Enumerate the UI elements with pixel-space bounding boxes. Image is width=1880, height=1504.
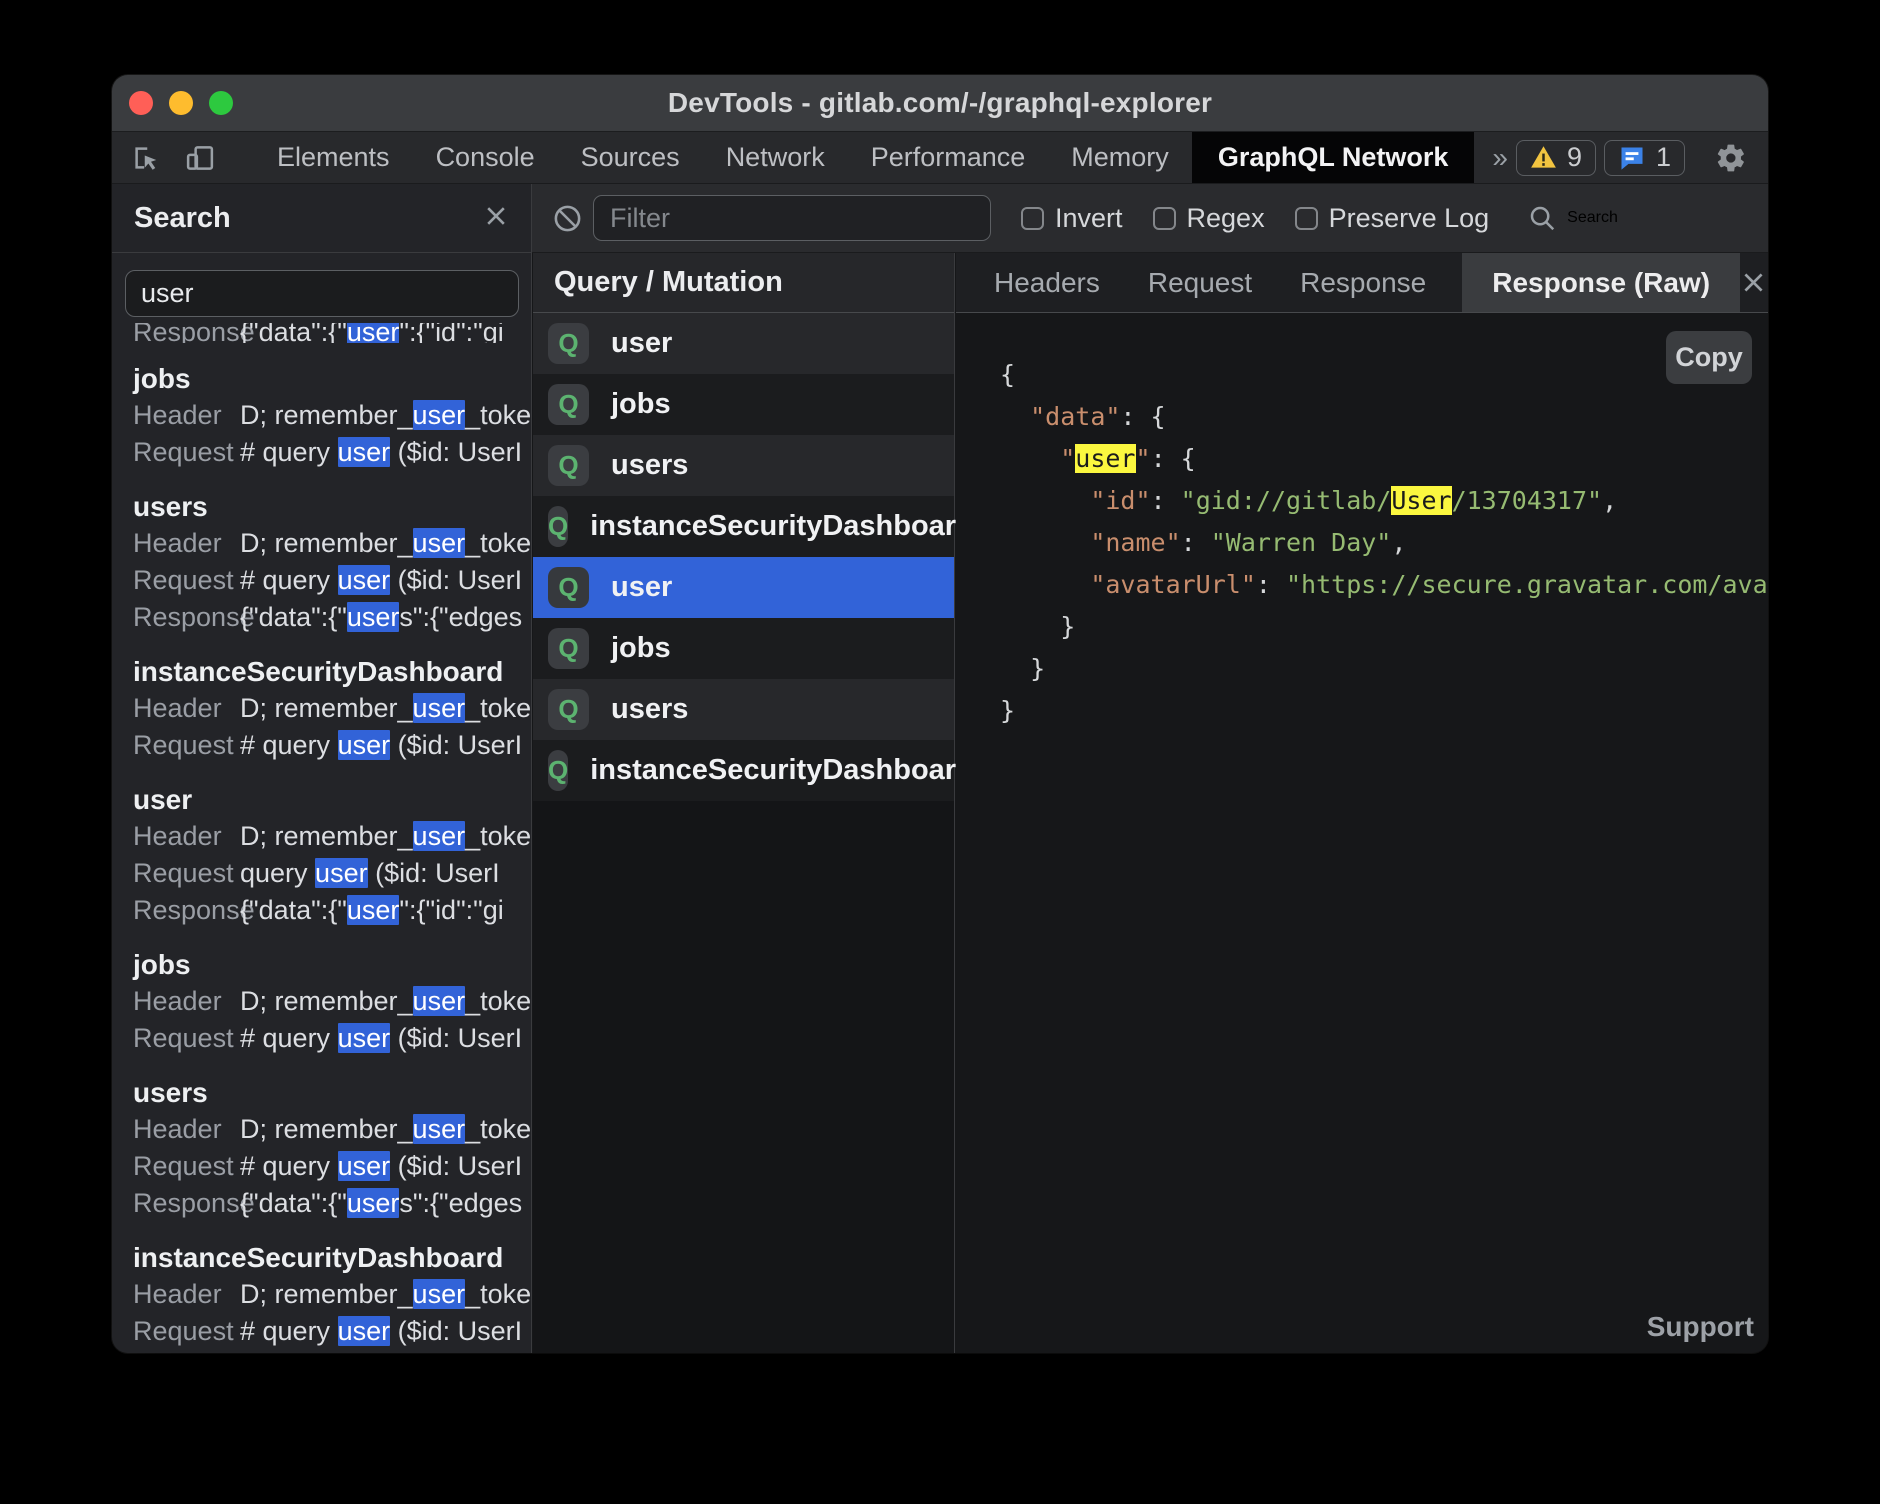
search-result-row[interactable]: HeaderD; remember_user_token=e xyxy=(133,690,531,727)
search-label: Search xyxy=(1567,209,1618,227)
query-type-icon: Q xyxy=(548,567,589,608)
tab-elements[interactable]: Elements xyxy=(254,132,413,183)
invert-checkbox[interactable]: Invert xyxy=(1021,203,1123,234)
preserve-log-label: Preserve Log xyxy=(1329,203,1490,234)
settings-gear-icon[interactable] xyxy=(1715,142,1747,174)
search-result-group: users HeaderD; remember_user_token=e Req… xyxy=(133,481,531,636)
search-result-row[interactable]: HeaderD; remember_user_token=e xyxy=(133,818,531,855)
invert-label: Invert xyxy=(1055,203,1123,234)
search-result-group: user HeaderD; remember_user_token=e Requ… xyxy=(133,774,531,929)
checkbox-box xyxy=(1021,207,1044,230)
window-title: DevTools - gitlab.com/-/graphql-explorer xyxy=(112,87,1768,119)
query-row-instance-security-dashboard[interactable]: Q instanceSecurityDashboard xyxy=(533,496,954,557)
search-result-row[interactable]: Response{"data":{"user":{"id":"gi xyxy=(133,323,531,343)
tab-response-raw[interactable]: Response (Raw) xyxy=(1462,253,1740,312)
warning-icon xyxy=(1530,145,1557,170)
warnings-badge[interactable]: 9 xyxy=(1516,140,1596,176)
network-filter-toolbar: Invert Regex Preserve Log Search xyxy=(532,184,1768,253)
search-control[interactable]: Search xyxy=(1527,203,1618,233)
regex-label: Regex xyxy=(1187,203,1265,234)
query-type-icon: Q xyxy=(548,750,568,791)
checkbox-box xyxy=(1153,207,1176,230)
search-result-group: users HeaderD; remember_user_token=e Req… xyxy=(133,1067,531,1222)
search-result-row[interactable]: HeaderD; remember_user_token=e xyxy=(133,525,531,562)
search-result-group: instanceSecurityDashboard HeaderD; remem… xyxy=(133,1232,531,1350)
search-result-row[interactable]: Request# query user ($id: UserI xyxy=(133,434,531,471)
query-type-icon: Q xyxy=(548,628,589,669)
query-row-user-selected[interactable]: Q user xyxy=(533,557,954,618)
query-list: Q user Q jobs Q users Q instanceSecurity… xyxy=(533,313,954,801)
json-response-body: { "data": { "user": { "id": "gid://gitla… xyxy=(1000,354,1768,1293)
inspect-element-icon[interactable] xyxy=(130,142,162,174)
query-row-jobs[interactable]: Q jobs xyxy=(533,374,954,435)
search-result-row[interactable]: Request# query user ($id: UserI xyxy=(133,727,531,764)
regex-checkbox[interactable]: Regex xyxy=(1153,203,1265,234)
tab-performance[interactable]: Performance xyxy=(848,132,1049,183)
support-link[interactable]: Support xyxy=(1647,1311,1754,1343)
query-mutation-title: Query / Mutation xyxy=(554,266,783,299)
panel-header-band: Search Invert Regex xyxy=(112,183,1768,253)
tab-network[interactable]: Network xyxy=(703,132,848,183)
search-result-group: jobs HeaderD; remember_user_token=e Requ… xyxy=(133,939,531,1057)
detail-tabbar: Headers Request Response Response (Raw) xyxy=(956,253,1768,313)
issues-count: 1 xyxy=(1656,142,1671,173)
query-type-icon: Q xyxy=(548,506,568,547)
tab-memory[interactable]: Memory xyxy=(1048,132,1192,183)
search-result-row[interactable]: Response{"data":{"users":{"edges xyxy=(133,599,531,636)
close-search-icon[interactable] xyxy=(483,203,509,234)
device-toolbar-icon[interactable] xyxy=(184,142,216,174)
search-result-row[interactable]: Response{"data":{"users":{"edges xyxy=(133,1185,531,1222)
query-row-users[interactable]: Q users xyxy=(533,435,954,496)
query-mutation-header: Query / Mutation xyxy=(533,253,954,313)
search-result-row[interactable]: HeaderD; remember_user_token=e xyxy=(133,1276,531,1313)
search-result-row[interactable]: Request# query user ($id: UserI xyxy=(133,1313,531,1350)
search-result-row[interactable]: HeaderD; remember_user_token=e xyxy=(133,1111,531,1148)
search-result-group: instanceSecurityDashboard HeaderD; remem… xyxy=(133,646,531,764)
devtools-window: DevTools - gitlab.com/-/graphql-explorer… xyxy=(112,75,1768,1353)
close-detail-icon[interactable] xyxy=(1740,253,1767,312)
response-raw-view: Copy { "data": { "user": { "id": "gid://… xyxy=(956,313,1768,1353)
tab-response[interactable]: Response xyxy=(1276,253,1450,312)
more-tabs-chevron-icon[interactable]: » xyxy=(1484,142,1516,174)
search-result-row[interactable]: Request# query user ($id: UserI xyxy=(133,562,531,599)
query-row-users[interactable]: Q users xyxy=(533,679,954,740)
search-result-row[interactable]: Request# query user ($id: UserI xyxy=(133,1020,531,1057)
query-type-icon: Q xyxy=(548,445,589,486)
search-input[interactable] xyxy=(125,270,519,317)
tab-console[interactable]: Console xyxy=(413,132,558,183)
query-type-icon: Q xyxy=(548,689,589,730)
search-result-group: jobs HeaderD; remember_user_token=e Requ… xyxy=(133,353,531,471)
search-panel-header: Search xyxy=(112,184,532,253)
devtools-tabbar: Elements Console Sources Network Perform… xyxy=(112,132,1768,183)
query-mutation-panel: Query / Mutation Q user Q jobs Q users Q… xyxy=(533,253,955,1353)
search-icon xyxy=(1527,203,1557,233)
message-icon xyxy=(1618,144,1646,172)
query-row-instance-security-dashboard[interactable]: Q instanceSecurityDashboard xyxy=(533,740,954,801)
query-type-icon: Q xyxy=(548,323,589,364)
checkbox-box xyxy=(1295,207,1318,230)
search-result-row[interactable]: HeaderD; remember_user_token=e xyxy=(133,397,531,434)
search-results-list: Response{"data":{"user":{"id":"gi jobs H… xyxy=(112,323,531,1353)
issues-badge[interactable]: 1 xyxy=(1604,140,1685,176)
search-result-row[interactable]: Request# query user ($id: UserI xyxy=(133,1148,531,1185)
warning-count: 9 xyxy=(1567,142,1582,173)
preserve-log-checkbox[interactable]: Preserve Log xyxy=(1295,203,1490,234)
tab-headers[interactable]: Headers xyxy=(970,253,1124,312)
tab-graphql-network[interactable]: GraphQL Network xyxy=(1192,132,1475,183)
window-titlebar: DevTools - gitlab.com/-/graphql-explorer xyxy=(112,75,1768,132)
query-row-jobs[interactable]: Q jobs xyxy=(533,618,954,679)
search-result-row[interactable]: HeaderD; remember_user_token=e xyxy=(133,983,531,1020)
status-badges: 9 1 xyxy=(1516,140,1685,176)
tab-request[interactable]: Request xyxy=(1124,253,1276,312)
search-results-panel: Response{"data":{"user":{"id":"gi jobs H… xyxy=(112,253,532,1353)
search-result-row[interactable]: Requestquery user ($id: UserI xyxy=(133,855,531,892)
tab-sources[interactable]: Sources xyxy=(558,132,703,183)
query-type-icon: Q xyxy=(548,384,589,425)
request-detail-panel: Headers Request Response Response (Raw) … xyxy=(956,253,1768,1353)
filter-input[interactable] xyxy=(593,195,991,241)
query-row-user[interactable]: Q user xyxy=(533,313,954,374)
clear-block-icon[interactable] xyxy=(552,203,583,234)
search-panel-title: Search xyxy=(134,202,483,235)
search-result-row[interactable]: Response{"data":{"user":{"id":"gi xyxy=(133,892,531,929)
